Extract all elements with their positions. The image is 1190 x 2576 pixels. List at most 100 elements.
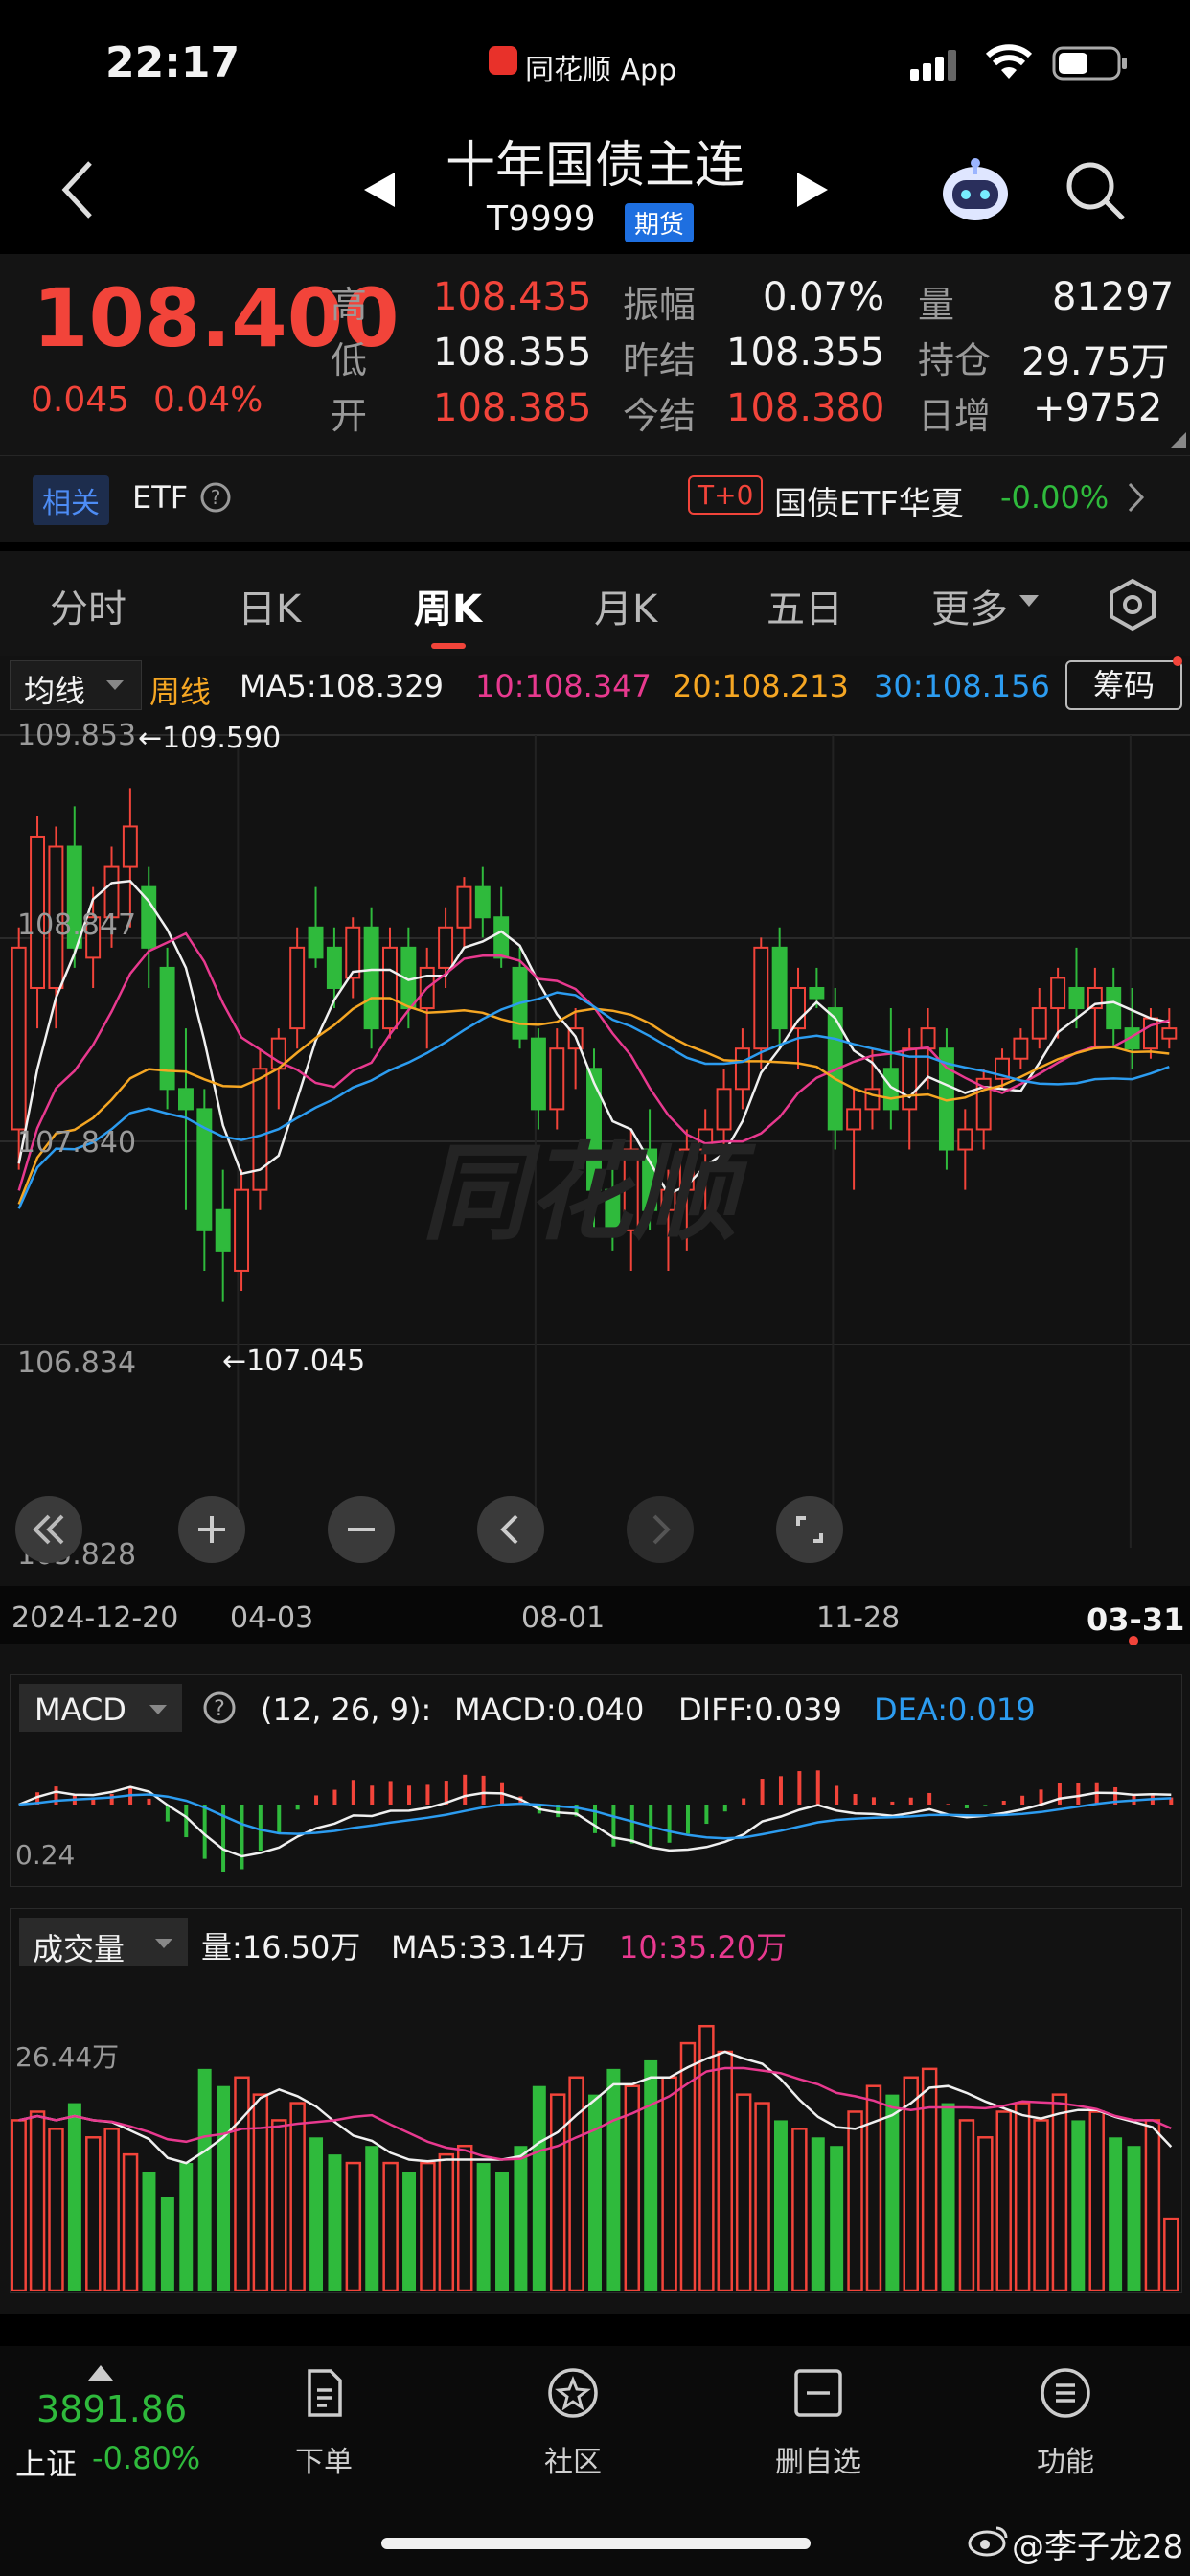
chip-button[interactable]: 筹码 — [1065, 660, 1182, 710]
tab-intraday[interactable]: 分时 — [50, 578, 126, 633]
price-change: 0.045 — [31, 380, 130, 420]
volume-bar — [160, 2196, 174, 2291]
candle-body — [549, 1047, 565, 1111]
contract-code: T9999 — [487, 199, 596, 239]
volume-bar — [197, 2068, 212, 2291]
scroll-left-button[interactable] — [477, 1496, 544, 1563]
candle-body — [382, 946, 398, 1030]
plus-icon — [198, 1516, 225, 1543]
volume-bar — [644, 2059, 658, 2291]
volume-bar — [977, 2136, 994, 2291]
volume-dropdown-icon — [155, 1939, 172, 1948]
signal-icon — [910, 50, 956, 80]
amplitude-label: 振幅 — [623, 284, 697, 326]
volume-bar — [847, 2110, 863, 2291]
candle-body — [474, 886, 491, 919]
candle-body — [363, 926, 379, 1030]
open-interest-label: 持仓 — [918, 339, 992, 381]
scroll-start-button[interactable] — [15, 1496, 82, 1563]
nav-functions[interactable]: 功能 — [989, 2365, 1142, 2480]
ma-selector-label: 均线 — [24, 673, 86, 709]
zoom-out-button[interactable] — [328, 1496, 395, 1563]
volume-bar — [865, 2084, 882, 2291]
nav-remove-watchlist[interactable]: 删自选 — [742, 2365, 895, 2480]
high-annotation: ←109.590 — [138, 722, 282, 755]
volume-bar — [122, 2152, 139, 2291]
order-document-icon — [308, 2369, 342, 2417]
tab-monthly-k[interactable]: 月K — [594, 578, 657, 633]
status-bar: 22:17 同花顺 App — [0, 0, 1190, 125]
nav-community[interactable]: 社区 — [496, 2365, 650, 2480]
volume-bar — [476, 2163, 491, 2291]
t0-badge: T+0 — [688, 475, 764, 515]
candle-body — [11, 946, 27, 1131]
volume-bar — [921, 2067, 938, 2291]
fullscreen-button[interactable] — [776, 1496, 843, 1563]
candle-body — [289, 946, 306, 1030]
volume-bar — [568, 2076, 584, 2291]
candle-body — [308, 926, 324, 959]
volume-chart[interactable] — [10, 1966, 1180, 2291]
tab-five-day[interactable]: 五日 — [767, 578, 843, 633]
dea-value: DEA:0.019 — [874, 1691, 1036, 1728]
remove-watchlist-icon — [794, 2369, 842, 2417]
expand-corner-icon[interactable] — [1171, 432, 1186, 448]
settings-hexagon-icon[interactable] — [1106, 578, 1159, 632]
open-value: 108.385 — [433, 386, 592, 430]
volume-selector[interactable]: 成交量 — [19, 1918, 188, 1967]
tab-daily-k[interactable]: 日K — [238, 578, 301, 633]
volume-bar — [217, 2085, 231, 2291]
volume-bar — [1144, 2119, 1161, 2291]
zoom-in-button[interactable] — [178, 1496, 245, 1563]
tab-more[interactable]: 更多 — [931, 578, 1008, 633]
volume-bar — [365, 2146, 379, 2291]
volume-bar — [549, 2093, 566, 2291]
macd-selector-label: MACD — [34, 1691, 126, 1728]
bottom-bar: 3891.86 上证 -0.80% 下单 社区 删自选 功能 @李子龙28 — [0, 2346, 1190, 2576]
help-icon[interactable]: ? — [199, 481, 232, 514]
back-icon[interactable] — [59, 159, 98, 220]
volume-current: 量:16.50万 — [201, 1929, 361, 1966]
prev-contract-icon[interactable] — [362, 171, 397, 209]
candle-body — [215, 1208, 231, 1252]
nav-order[interactable]: 下单 — [247, 2365, 400, 2480]
price-change-pct: 0.04% — [153, 380, 263, 420]
amplitude-value: 0.07% — [763, 275, 885, 319]
robot-assistant-icon[interactable] — [939, 153, 1012, 226]
diff-value: DIFF:0.039 — [678, 1691, 842, 1728]
index-value[interactable]: 3891.86 — [36, 2388, 187, 2430]
prev-settle-value: 108.355 — [726, 331, 885, 375]
search-icon[interactable] — [1064, 159, 1127, 222]
tab-weekly-k[interactable]: 周K — [414, 578, 482, 633]
community-star-icon — [548, 2368, 598, 2418]
related-etf-row[interactable]: 相关 ETF ? T+0 国债ETF华夏 -0.00% — [0, 455, 1190, 542]
status-app-name: 同花顺 App — [525, 54, 677, 87]
scroll-right-button[interactable] — [627, 1496, 694, 1563]
settle-value: 108.380 — [726, 386, 885, 430]
volume-bar — [1127, 2146, 1141, 2291]
volume-value: 81297 — [1052, 275, 1175, 319]
candle-body — [920, 1027, 936, 1050]
app-logo-icon — [489, 46, 517, 75]
current-dot — [1129, 1636, 1138, 1645]
volume-bar — [309, 2137, 324, 2291]
volume-bar — [735, 2093, 752, 2291]
next-contract-icon[interactable] — [795, 171, 830, 209]
ma-selector[interactable]: 均线 — [10, 660, 142, 710]
wifi-icon — [985, 44, 1033, 79]
volume-bar — [532, 2085, 546, 2291]
fullscreen-icon — [796, 1516, 823, 1543]
functions-menu-icon — [1041, 2368, 1090, 2418]
volume-bar — [382, 2161, 399, 2291]
status-time: 22:17 — [105, 38, 240, 87]
macd-chart[interactable] — [10, 1732, 1180, 1885]
open-label: 开 — [331, 395, 368, 437]
nav-functions-label: 功能 — [1037, 2446, 1094, 2479]
macd-help-icon[interactable]: ? — [201, 1690, 238, 1726]
index-name: 上证 — [15, 2446, 78, 2482]
price-axis-3: 107.840 — [17, 1126, 137, 1160]
price-axis-2: 108.847 — [17, 908, 137, 942]
macd-selector[interactable]: MACD — [19, 1684, 182, 1732]
battery-icon — [1052, 46, 1127, 80]
open-interest-value: 29.75万 — [1021, 340, 1170, 384]
